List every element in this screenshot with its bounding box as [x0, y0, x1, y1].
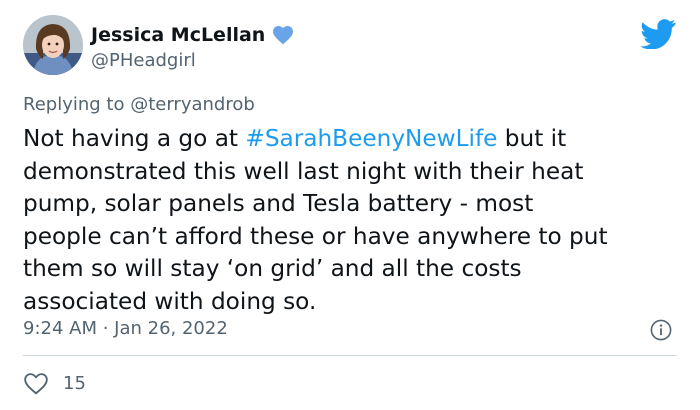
replying-prefix: Replying to [23, 94, 131, 115]
tweet-text-line: pump, solar panels and Tesla battery - m… [23, 190, 534, 217]
tweet-text-line: Not having a go at #SarahBeenyNewLife bu… [23, 123, 683, 156]
tweet-text-line: them so will stay ‘on grid’ and all the … [23, 255, 522, 282]
avatar[interactable] [23, 15, 83, 75]
tweet-card: Jessica McLellan @PHeadgirl Replying to … [0, 0, 700, 410]
like-count: 15 [63, 372, 86, 394]
tweet-text-line: associated with doing so. [23, 287, 317, 315]
divider [23, 355, 677, 356]
tweet-text-segment: Not having a go at [23, 125, 246, 152]
tweet-text-segment: but it [497, 125, 567, 152]
replying-to: Replying to @terryandrob [23, 94, 255, 115]
tweet-text-line: demonstrated this well last night with t… [23, 157, 584, 185]
avatar-image [23, 15, 83, 75]
tweet-text: Not having a go at #SarahBeenyNewLife bu… [23, 123, 683, 318]
verified-badge-icon [271, 23, 295, 47]
tweet-text-line: people can’t afford these or have anywhe… [23, 222, 608, 250]
author-display-name[interactable]: Jessica McLellan [91, 24, 265, 46]
info-icon[interactable] [650, 319, 672, 341]
hashtag-link[interactable]: #SarahBeenyNewLife [245, 125, 497, 152]
heart-icon[interactable] [23, 371, 49, 395]
twitter-bird-icon[interactable] [640, 19, 676, 50]
like-action[interactable]: 15 [23, 370, 86, 396]
reply-mention-link[interactable]: @terryandrob [130, 94, 255, 115]
tweet-timestamp[interactable]: 9:24 AM · Jan 26, 2022 [23, 318, 228, 339]
author-handle[interactable]: @PHeadgirl [91, 50, 196, 71]
author-name-row: Jessica McLellan [91, 22, 295, 48]
